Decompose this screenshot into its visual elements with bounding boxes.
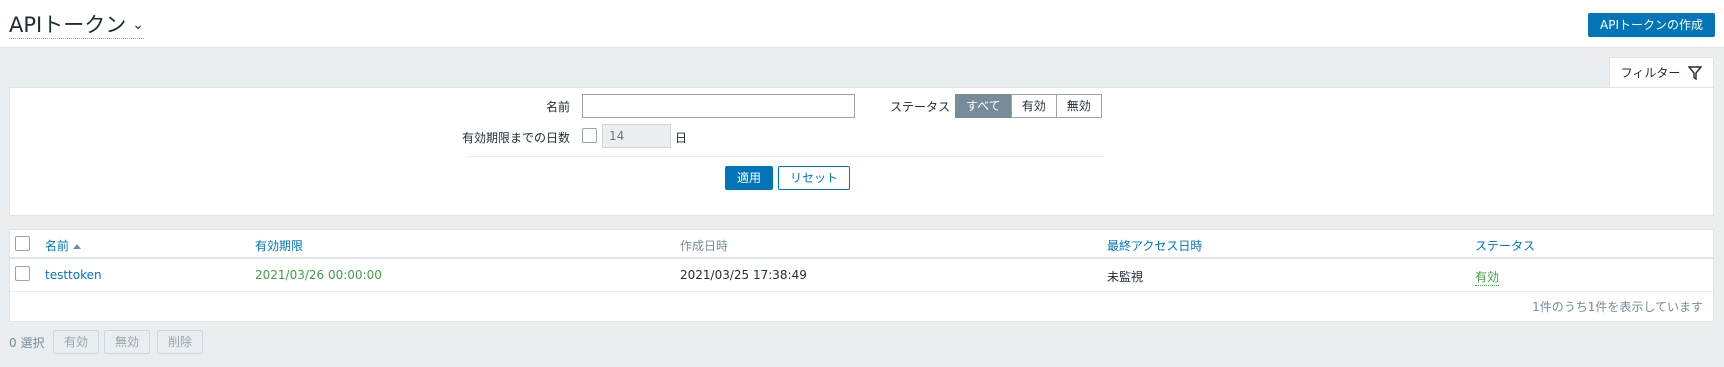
table-row: testtoken 2021/03/26 00:00:00 2021/03/25…	[10, 259, 1713, 292]
page-title: APIトークン	[9, 13, 127, 37]
filter-divider	[466, 156, 1104, 157]
filter-panel: 名前 有効期限までの日数 日 ステータス すべて 有効 無効 適用 リセット	[9, 87, 1714, 216]
token-name-link[interactable]: testtoken	[45, 268, 102, 282]
column-status[interactable]: ステータス	[1475, 237, 1535, 254]
status-option-enabled[interactable]: 有効	[1010, 94, 1057, 118]
table-header: 名前 有効期限 作成日時 最終アクセス日時 ステータス	[10, 230, 1713, 259]
create-api-token-button[interactable]: APIトークンの作成	[1588, 13, 1715, 37]
column-name-label: 名前	[45, 239, 70, 253]
page-title-dropdown[interactable]: APIトークン ⌄	[9, 12, 144, 39]
column-name[interactable]: 名前	[45, 237, 82, 254]
reset-button[interactable]: リセット	[778, 166, 851, 190]
column-created: 作成日時	[680, 239, 729, 253]
sort-ascending-icon	[73, 244, 82, 249]
chevron-down-icon: ⌄	[132, 17, 144, 33]
paging-summary: 1件のうち1件を表示しています	[1532, 300, 1703, 314]
status-segmented-control: すべて 有効 無効	[955, 94, 1102, 118]
filter-tab-label: フィルター	[1620, 66, 1681, 80]
token-created: 2021/03/25 17:38:49	[680, 268, 807, 282]
expiry-days-input[interactable]	[602, 124, 671, 148]
column-expires[interactable]: 有効期限	[255, 237, 303, 254]
expiry-days-checkbox[interactable]	[582, 128, 597, 143]
filter-icon	[1688, 65, 1703, 80]
status-option-disabled[interactable]: 無効	[1055, 94, 1102, 118]
expiry-days-label: 有効期限までの日数	[461, 131, 570, 145]
apply-button[interactable]: 適用	[725, 166, 774, 190]
name-filter-input[interactable]	[582, 94, 855, 118]
tokens-table: 名前 有効期限 作成日時 最終アクセス日時 ステータス testtoken 20…	[9, 229, 1714, 322]
name-filter-label: 名前	[545, 100, 570, 114]
row-checkbox[interactable]	[15, 266, 30, 281]
token-expires: 2021/03/26 00:00:00	[255, 268, 382, 282]
status-option-all[interactable]: すべて	[955, 94, 1012, 118]
filter-tab[interactable]: フィルター	[1609, 57, 1714, 87]
token-status-toggle[interactable]: 有効	[1475, 268, 1500, 286]
selected-count: 0 選択	[9, 336, 45, 350]
status-filter-label: ステータス	[890, 100, 951, 114]
expiry-days-unit: 日	[675, 131, 688, 145]
enable-selected-button[interactable]: 有効	[53, 330, 100, 354]
delete-selected-button[interactable]: 削除	[157, 330, 204, 354]
select-all-checkbox[interactable]	[15, 236, 30, 251]
column-last-access[interactable]: 最終アクセス日時	[1107, 237, 1202, 254]
disable-selected-button[interactable]: 無効	[104, 330, 151, 354]
token-last-access: 未監視	[1107, 270, 1144, 284]
page-header: APIトークン ⌄ APIトークンの作成	[0, 0, 1724, 48]
